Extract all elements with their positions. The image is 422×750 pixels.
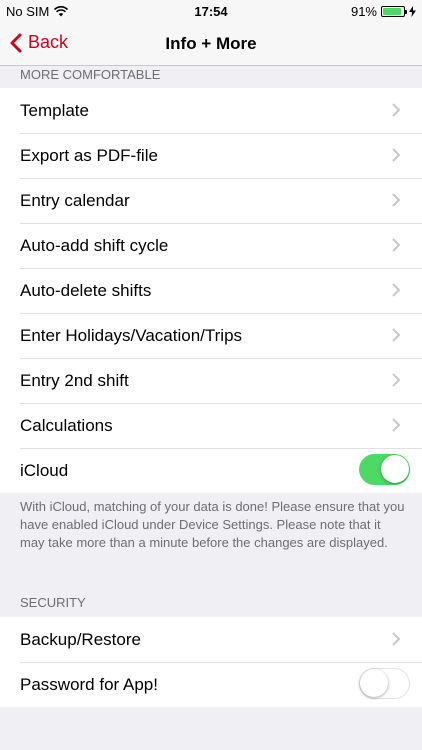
row-label: Enter Holidays/Vacation/Trips (20, 325, 243, 345)
row-label: Auto-add shift cycle (20, 235, 169, 255)
row-auto-add-shift-cycle[interactable]: Auto-add shift cycle (0, 223, 422, 268)
row-export-pdf[interactable]: Export as PDF-file (0, 133, 422, 178)
battery-fill (383, 8, 402, 15)
row-auto-delete-shifts[interactable]: Auto-delete shifts (0, 268, 422, 313)
status-bar: No SIM 17:54 91% (0, 0, 422, 22)
row-label: Export as PDF-file (20, 145, 158, 165)
toggle-knob (360, 669, 388, 697)
toggle-knob (381, 455, 409, 483)
row-backup-restore[interactable]: Backup/Restore (0, 617, 422, 662)
chevron-right-icon (392, 328, 401, 342)
row-label: Auto-delete shifts (20, 280, 152, 300)
row-label: Template (20, 100, 89, 120)
row-password: Password for App! (0, 662, 422, 707)
row-icloud: iCloud (0, 448, 422, 493)
chevron-right-icon (392, 632, 401, 646)
icloud-footer-note: With iCloud, matching of your data is do… (20, 499, 405, 550)
section-header-security: SECURITY (20, 595, 86, 610)
row-entry-2nd-shift[interactable]: Entry 2nd shift (0, 358, 422, 403)
chevron-right-icon (392, 193, 401, 207)
chevron-right-icon (392, 283, 401, 297)
chevron-right-icon (392, 148, 401, 162)
row-label: Entry 2nd shift (20, 370, 129, 390)
navigation-bar: Back Info + More (0, 22, 422, 66)
row-calculations[interactable]: Calculations (0, 403, 422, 448)
row-template[interactable]: Template (0, 88, 422, 133)
comfortable-group: Template Export as PDF-file Entry calend… (0, 88, 422, 493)
section-header-comfortable: MORE COMFORTABLE (20, 67, 161, 82)
row-enter-holidays[interactable]: Enter Holidays/Vacation/Trips (0, 313, 422, 358)
chevron-right-icon (392, 238, 401, 252)
status-right: 91% (351, 4, 416, 19)
row-label: Calculations (20, 415, 113, 435)
password-toggle[interactable] (359, 668, 410, 699)
icloud-toggle[interactable] (359, 454, 410, 485)
battery-percent: 91% (350, 4, 377, 19)
chevron-right-icon (392, 418, 401, 432)
battery-icon (381, 6, 407, 17)
row-label: Entry calendar (20, 190, 130, 210)
row-entry-calendar[interactable]: Entry calendar (0, 178, 422, 223)
row-label: Backup/Restore (20, 629, 141, 649)
bolt-icon (409, 6, 416, 17)
chevron-right-icon (392, 373, 401, 387)
chevron-right-icon (392, 103, 401, 117)
page-title: Info + More (165, 34, 257, 53)
security-group: Backup/Restore Password for App! (0, 617, 422, 707)
